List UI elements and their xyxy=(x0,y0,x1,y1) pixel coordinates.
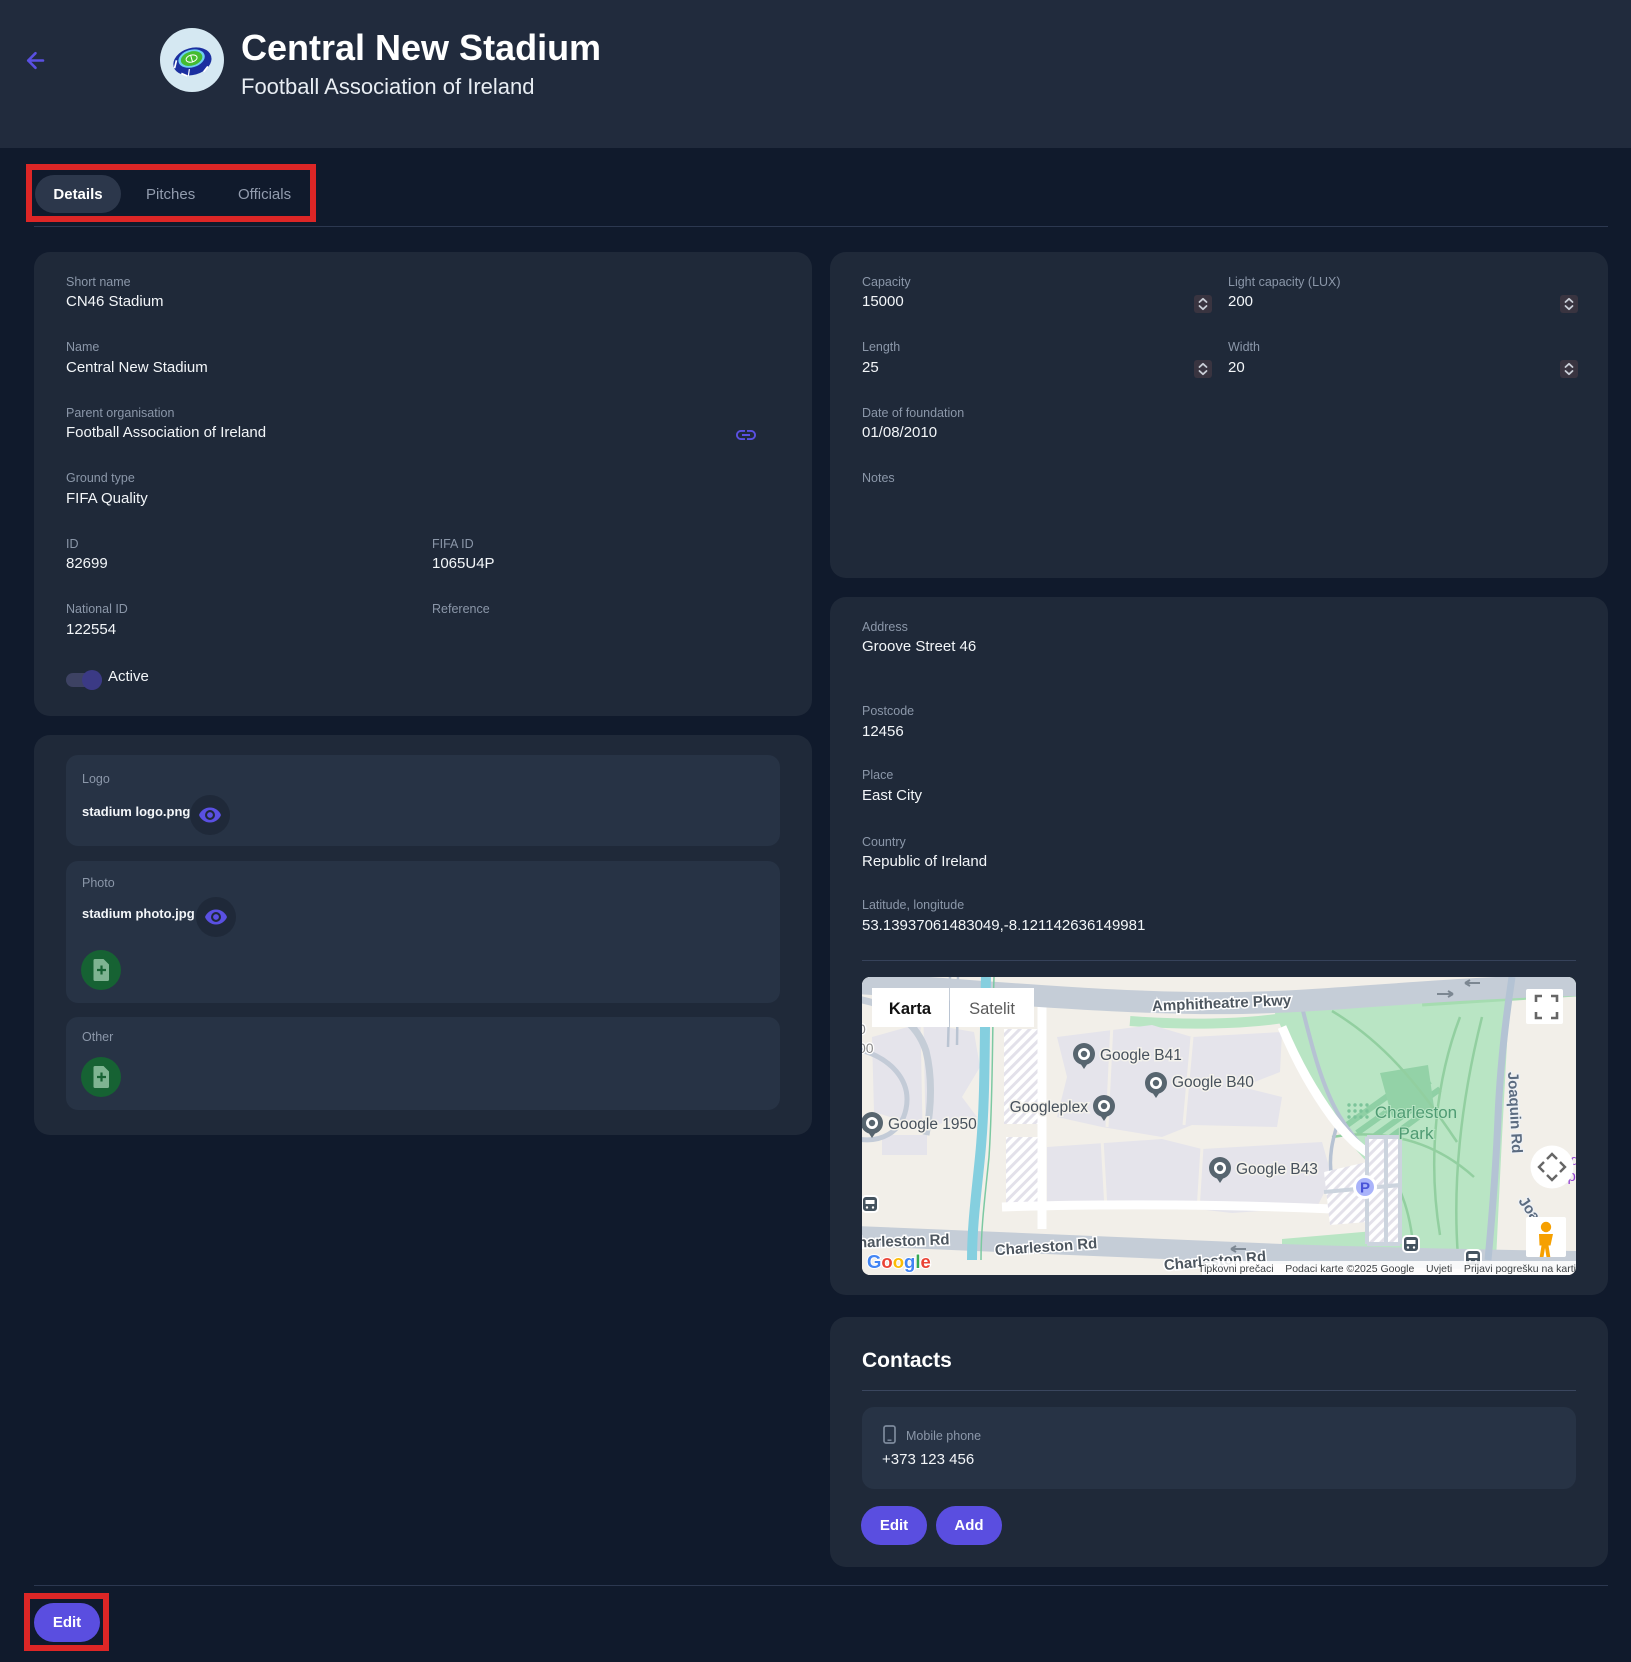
svg-text:Karta: Karta xyxy=(889,1000,932,1018)
svg-text:Google 1950: Google 1950 xyxy=(888,1116,977,1133)
svg-text:00: 00 xyxy=(862,1040,874,1056)
svg-text:0: 0 xyxy=(862,1021,866,1037)
svg-text:Satelit: Satelit xyxy=(969,1000,1015,1018)
svg-text:Google B41: Google B41 xyxy=(1100,1047,1182,1064)
svg-text:Google B43: Google B43 xyxy=(1236,1161,1318,1178)
svg-text:Park: Park xyxy=(1399,1124,1434,1143)
svg-text:Googleplex: Googleplex xyxy=(1010,1099,1089,1116)
svg-text:harleston Rd: harleston Rd xyxy=(862,1231,950,1251)
svg-text:P: P xyxy=(1360,1180,1370,1197)
svg-text:Google: Google xyxy=(867,1251,931,1272)
svg-text:Charleston: Charleston xyxy=(1375,1103,1457,1122)
svg-text:Google B40: Google B40 xyxy=(1172,1074,1254,1091)
svg-text:Tipkovni prečaci Podaci kar: Tipkovni prečaci Podaci karte ©2025 Goog… xyxy=(1198,1263,1576,1275)
